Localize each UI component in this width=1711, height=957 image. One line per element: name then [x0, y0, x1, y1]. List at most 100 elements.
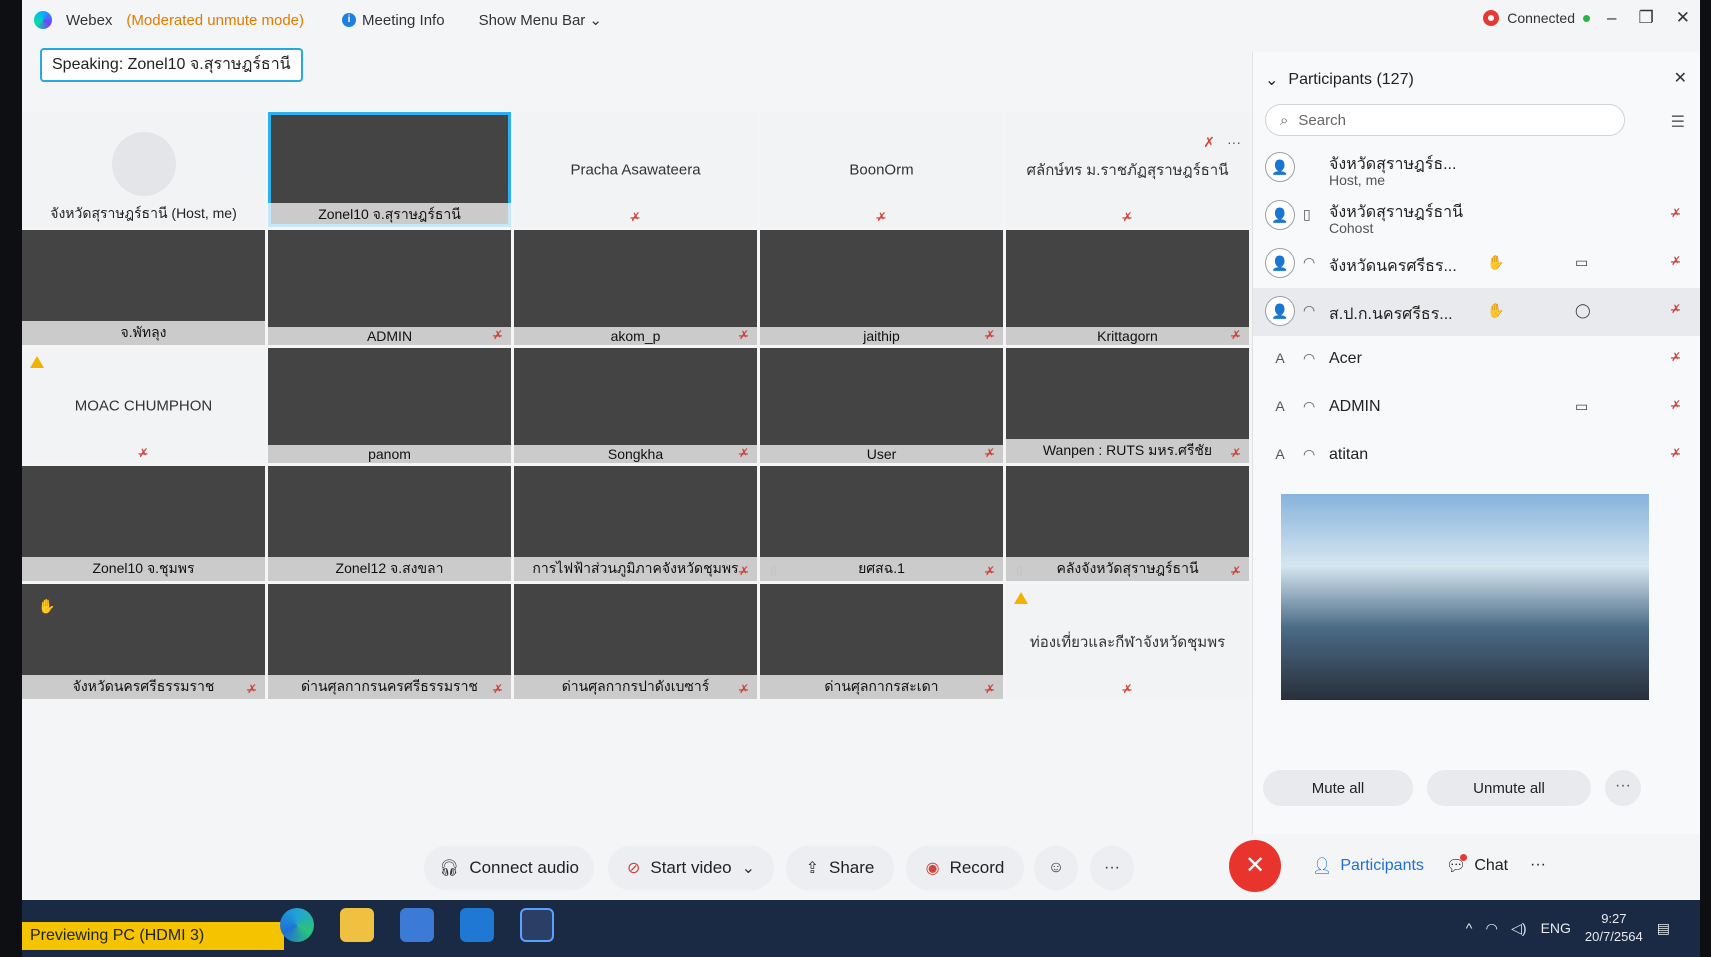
video-tile[interactable]: panom	[268, 348, 511, 463]
chevron-down-icon: ⌄	[589, 12, 602, 29]
video-tile[interactable]: Zonel10 จ.ชุมพร	[22, 466, 265, 581]
video-grid: จังหวัดสุราษฎร์ธานี (Host, me) Zonel10 จ.…	[22, 112, 1249, 816]
participants-toggle-button[interactable]: 👤︎ Participants	[1312, 856, 1424, 876]
connect-audio-button[interactable]: 🎧︎ Connect audio	[424, 846, 594, 890]
more-icon[interactable]: ···	[1227, 134, 1241, 151]
more-icon: ···	[1530, 856, 1546, 873]
participant-row[interactable]: 👤 จังหวัดสุราษฎร์ธ... Host, me	[1253, 144, 1700, 192]
mic-muted-icon[interactable]: ✗̶	[1671, 254, 1681, 268]
participant-row[interactable]: 👤 ◠ จังหวัดนครศรีธร... ✋ ▭ ✗̶	[1253, 240, 1700, 288]
more-button[interactable]: ···	[1090, 846, 1134, 890]
video-tile[interactable]: Pracha Asawateera ✗̶	[514, 112, 757, 227]
connect-audio-label: Connect audio	[469, 858, 579, 877]
file-explorer-icon[interactable]	[340, 908, 374, 942]
video-tile[interactable]: การไฟฟ้าส่วนภูมิภาคจังหวัดชุมพร ✗̶	[514, 466, 757, 581]
participant-avatar-icon: A	[1275, 398, 1285, 414]
video-tile[interactable]: BoonOrm ✗̶	[760, 112, 1003, 227]
video-tile[interactable]: User ✗̶	[760, 348, 1003, 463]
mute-all-button[interactable]: Mute all	[1263, 770, 1413, 806]
tray-chevron-up-icon[interactable]: ^	[1466, 920, 1473, 936]
reactions-button[interactable]: ☺	[1034, 846, 1078, 890]
video-tile[interactable]: Wanpen : RUTS มหร.ศรีชัย ✗̶	[1006, 348, 1249, 463]
mic-muted-icon: ✗̶	[246, 682, 257, 696]
participants-header[interactable]: ⌄ Participants (127)	[1265, 70, 1414, 90]
show-menu-bar-button[interactable]: Show Menu Bar ⌄	[479, 11, 602, 30]
participant-name: คลังจังหวัดสุราษฎร์ธานี	[1006, 557, 1249, 581]
participant-row[interactable]: A ◠ Acer ✗̶	[1253, 336, 1700, 384]
video-tile[interactable]: ADMIN ✗̶	[268, 230, 511, 345]
video-tile[interactable]: Krittagorn ✗̶	[1006, 230, 1249, 345]
minimize-button[interactable]: –	[1607, 8, 1616, 28]
store-icon[interactable]	[400, 908, 434, 942]
video-tile[interactable]: ด่านศุลกากรสะเดา ✗̶	[760, 584, 1003, 699]
participant-row[interactable]: 👤 ◠ ส.ป.ก.นครศรีธร... ✋ ◯ ✗̶	[1253, 288, 1700, 336]
audio-status-icon: ◠	[1303, 398, 1316, 414]
edge-browser-icon[interactable]	[280, 908, 314, 942]
video-tile[interactable]: akom_p ✗̶	[514, 230, 757, 345]
participant-search-input[interactable]: ⌕ Search	[1265, 104, 1625, 136]
mic-muted-icon: ✗̶	[738, 682, 749, 696]
video-tile[interactable]: ✋ จังหวัดนครศรีธรรมราช ✗̶	[22, 584, 265, 699]
meeting-info-button[interactable]: i Meeting Info	[342, 12, 445, 29]
video-tile[interactable]: MOAC CHUMPHON ✗̶	[22, 348, 265, 463]
video-tile[interactable]: ด่านศุลกากรปาดังเบซาร์ ✗̶	[514, 584, 757, 699]
floating-video-preview[interactable]	[1281, 494, 1649, 700]
participant-row[interactable]: A ◠ ADMIN ▭ ✗̶	[1253, 384, 1700, 432]
video-tile[interactable]: ▯คลังจังหวัดสุราษฎร์ธานี✗̶	[1006, 466, 1249, 581]
mic-muted-icon[interactable]: ✗̶	[1671, 206, 1681, 220]
video-tile[interactable]: จ.พัทลุง	[22, 230, 265, 345]
camera-icon: ▭	[1575, 398, 1589, 414]
title-bar: Webex (Moderated unmute mode) i Meeting …	[22, 0, 1700, 40]
meeting-info-label: Meeting Info	[362, 11, 445, 29]
leave-meeting-button[interactable]: ✕	[1229, 840, 1281, 892]
record-button[interactable]: ◉ Record	[906, 846, 1024, 890]
start-video-button[interactable]: ⊘ Start video ⌄	[608, 846, 774, 890]
webex-window: Webex (Moderated unmute mode) i Meeting …	[22, 0, 1700, 900]
mic-muted-icon: ✗̶	[984, 446, 995, 460]
close-window-button[interactable]: ✕	[1676, 8, 1690, 28]
video-tile[interactable]: จังหวัดสุราษฎร์ธานี (Host, me)	[22, 112, 265, 227]
more-panels-button[interactable]: ···	[1530, 856, 1546, 874]
input-language[interactable]: ENG	[1541, 920, 1571, 936]
network-icon[interactable]: ◜◝	[1486, 920, 1497, 937]
unmute-all-button[interactable]: Unmute all	[1427, 770, 1591, 806]
chat-bubble-icon: ◯	[1575, 302, 1591, 318]
video-tile[interactable]: jaithip ✗̶	[760, 230, 1003, 345]
mic-muted-icon: ✗̶	[984, 328, 995, 342]
mic-muted-icon[interactable]: ✗̶	[1671, 350, 1681, 364]
mic-muted-icon: ✗̶	[1230, 564, 1241, 578]
video-tile[interactable]: Zonel10 จ.สุราษฎร์ธานี	[268, 112, 511, 227]
participant-row[interactable]: A ◠ atitan ✗̶	[1253, 432, 1700, 480]
more-icon: ···	[1104, 859, 1120, 876]
chat-toggle-button[interactable]: 💬︎ Chat	[1446, 854, 1508, 876]
mic-muted-icon[interactable]: ✗	[1203, 134, 1215, 151]
mic-muted-icon: ✗̶	[738, 446, 749, 460]
participant-name: จังหวัดสุราษฎร์ธานี (Host, me)	[50, 205, 237, 221]
close-icon: ✕	[1244, 852, 1266, 879]
webex-taskbar-icon[interactable]	[520, 908, 554, 942]
mic-muted-icon: ✗̶	[1122, 210, 1133, 224]
video-tile[interactable]: ▯ยศสฉ.1✗̶	[760, 466, 1003, 581]
video-tile[interactable]: ท่องเที่ยวและกีฬาจังหวัดชุมพร ✗̶	[1006, 584, 1249, 699]
mail-icon[interactable]	[460, 908, 494, 942]
video-tile[interactable]: ✗ ··· ศลักษ์ทร ม.ราชภัฏสุราษฎร์ธานี ✗̶	[1006, 112, 1249, 227]
restore-button[interactable]: ❐	[1639, 8, 1654, 28]
volume-icon[interactable]: ◁)	[1511, 920, 1526, 937]
participant-role: Host, me	[1329, 172, 1386, 188]
chevron-down-icon[interactable]: ⌄	[742, 858, 755, 878]
video-tile[interactable]: Songkha ✗̶	[514, 348, 757, 463]
mic-muted-icon[interactable]: ✗̶	[1671, 398, 1681, 412]
video-tile[interactable]: ด่านศุลกากรนครศรีธรรมราช ✗̶	[268, 584, 511, 699]
mic-muted-icon[interactable]: ✗̶	[1671, 446, 1681, 460]
participant-avatar-icon: A	[1275, 350, 1285, 366]
participant-row[interactable]: 👤 ▯ จังหวัดสุราษฎร์ธานี Cohost ✗̶	[1253, 192, 1700, 240]
mic-muted-icon[interactable]: ✗̶	[1671, 302, 1681, 316]
close-panel-button[interactable]: ✕	[1674, 68, 1687, 88]
more-options-icon[interactable]: ···	[1605, 770, 1641, 806]
clock[interactable]: 9:27 20/7/2564	[1585, 910, 1643, 946]
notifications-icon[interactable]: ▤	[1657, 920, 1670, 937]
share-button[interactable]: ⇪ Share	[786, 846, 894, 890]
video-tile[interactable]: Zonel12 จ.สงขลา	[268, 466, 511, 581]
avatar	[111, 132, 176, 196]
sort-icon[interactable]: ☰	[1671, 112, 1685, 132]
